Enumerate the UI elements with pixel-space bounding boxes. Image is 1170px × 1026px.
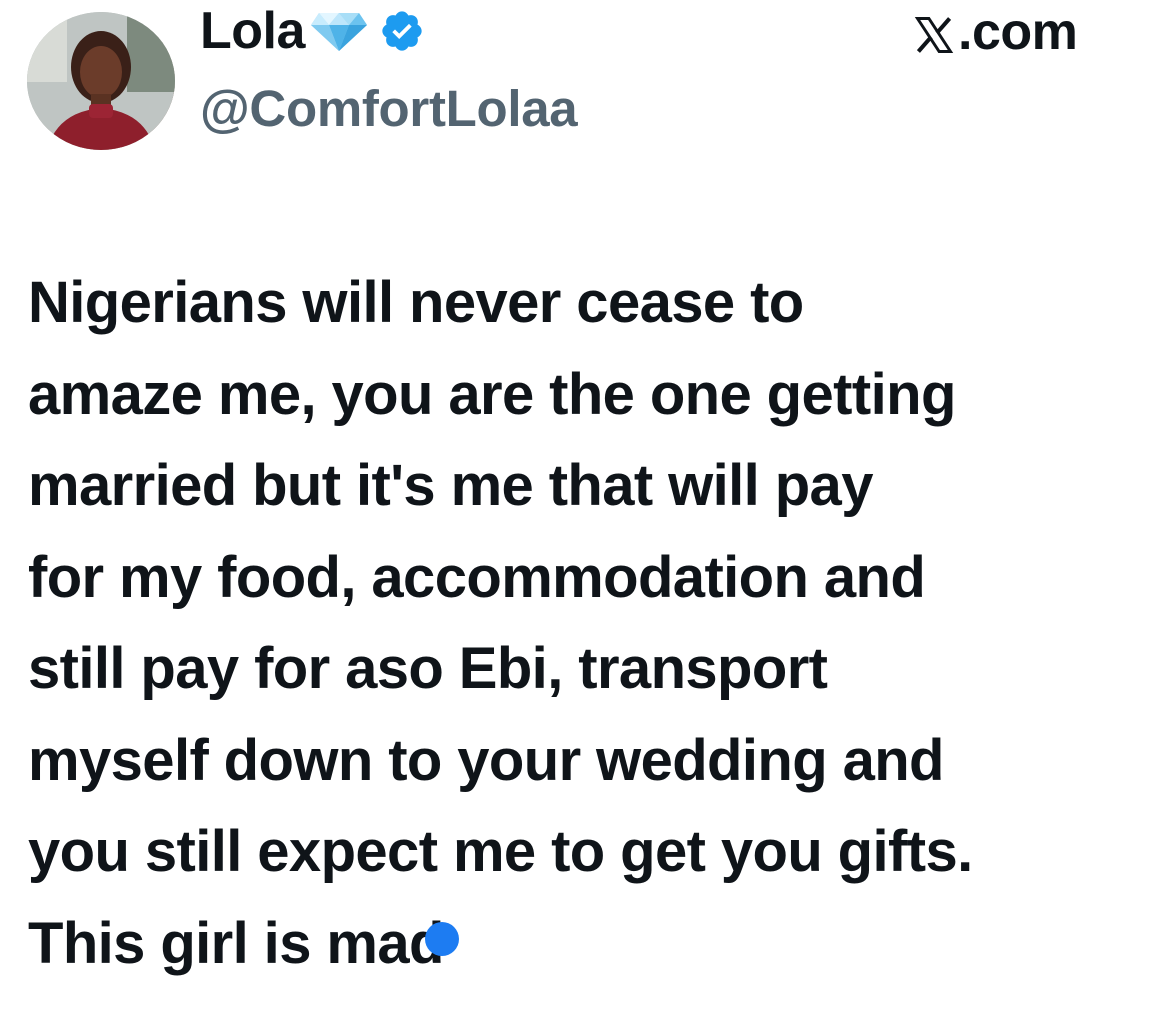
tweet-header: Lola @ComfortLolaa .com [0,0,1170,160]
tweet-line: Nigerians will never cease to [28,270,804,335]
display-name-row: Lola [200,0,577,62]
x-logo-icon [912,10,956,54]
display-name[interactable]: Lola [200,0,305,62]
tweet-text: Nigerians will never cease to amaze me, … [28,257,1153,989]
tweet-line: This girl is mad [28,910,444,976]
tweet-line: amaze me, you are the one getting [28,361,956,427]
author-block: Lola @ComfortLolaa [200,0,578,138]
site-label-text: .com [958,3,1078,61]
site-watermark: .com [912,2,1078,62]
tweet-line: myself down to your wedding and [28,727,944,793]
gem-icon [309,9,369,53]
tweet-line: for my food, accommodation and [28,544,926,610]
tweet-line: you still expect me to get you gifts. [28,819,973,884]
avatar[interactable] [27,12,175,150]
author-handle[interactable]: @ComfortLolaa [200,80,578,138]
verified-icon[interactable] [379,8,425,54]
tweet-line: still pay for aso Ebi, transport [28,636,828,701]
tweet-line: married but it's me that will pay [28,453,873,518]
touch-indicator [425,922,459,956]
